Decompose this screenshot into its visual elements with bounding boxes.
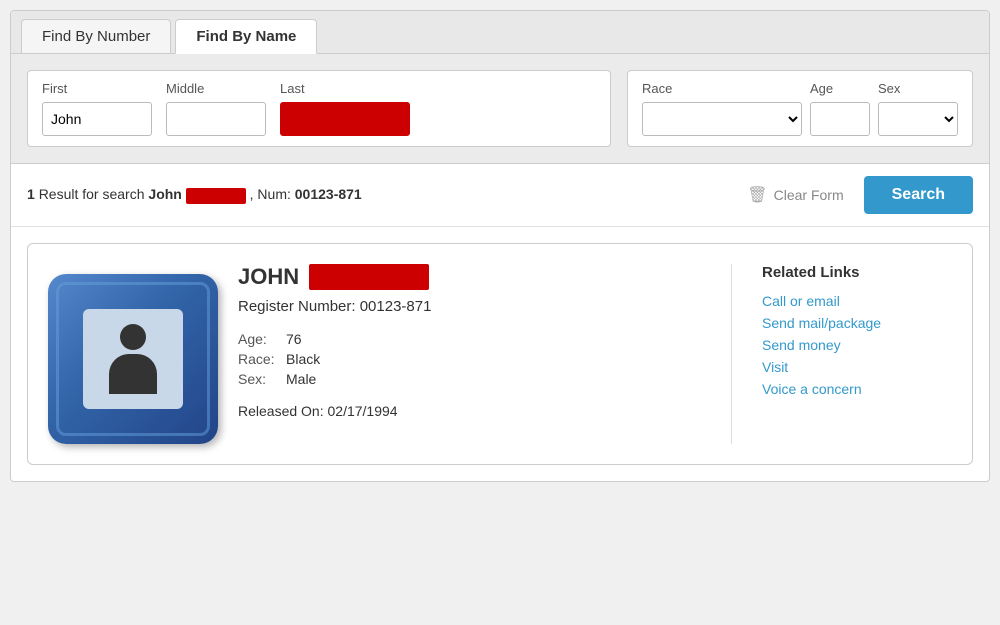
sex-label: Sex: [878, 81, 958, 96]
released-value: 02/17/1994: [328, 403, 398, 419]
sex-row: Sex: Male: [238, 371, 711, 387]
race-filter-group: Race Black White Hispanic Asian Other: [642, 81, 802, 136]
link-send-money[interactable]: Send money: [762, 337, 952, 353]
clear-form-label: Clear Form: [774, 187, 844, 203]
age-input[interactable]: [810, 102, 870, 136]
last-field-group: Last: [280, 81, 410, 136]
related-links-list: Call or email Send mail/package Send mon…: [762, 293, 952, 397]
sex-select[interactable]: Male Female: [878, 102, 958, 136]
inmate-name: JOHN: [238, 264, 711, 290]
results-area: JOHN Register Number: 00123-871 Age: 76 …: [11, 227, 989, 481]
age-label: Age: [810, 81, 870, 96]
results-summary: 1 Result for search John , Num: 00123-87…: [27, 186, 727, 203]
related-links-column: Related Links Call or email Send mail/pa…: [752, 264, 952, 444]
race-row: Race: Black: [238, 351, 711, 367]
released-label: Released On:: [238, 403, 324, 419]
first-field-group: First: [42, 81, 152, 136]
search-form: First Middle Last Race Bl: [11, 54, 989, 164]
race-val: Black: [286, 351, 320, 367]
trash-icon: 🗑: [747, 185, 767, 205]
middle-label: Middle: [166, 81, 266, 96]
inmate-first-name: JOHN: [238, 264, 299, 290]
num-label: , Num:: [250, 186, 291, 202]
tab-bar: Find By Number Find By Name: [11, 11, 989, 54]
middle-field-group: Middle: [166, 81, 266, 136]
person-body: [109, 354, 157, 394]
results-count: 1: [27, 186, 35, 202]
tab-find-by-number[interactable]: Find By Number: [21, 19, 171, 53]
name-fields-group: First Middle Last: [27, 70, 611, 147]
person-silhouette: [103, 324, 163, 394]
register-label: Register Number:: [238, 298, 356, 315]
search-last-name-redacted: [186, 188, 246, 204]
main-container: Find By Number Find By Name First Middle…: [10, 10, 990, 482]
link-visit[interactable]: Visit: [762, 359, 952, 375]
link-call-email[interactable]: Call or email: [762, 293, 952, 309]
last-label: Last: [280, 81, 410, 96]
result-label: Result for search: [39, 186, 149, 202]
race-label: Race: [642, 81, 802, 96]
sex-key: Sex:: [238, 371, 278, 387]
info-column: JOHN Register Number: 00123-871 Age: 76 …: [238, 264, 732, 444]
first-input[interactable]: [42, 102, 152, 136]
last-input[interactable]: [280, 102, 410, 136]
race-key: Race:: [238, 351, 278, 367]
filter-fields-group: Race Black White Hispanic Asian Other Ag…: [627, 70, 973, 147]
sex-val: Male: [286, 371, 316, 387]
sex-filter-group: Sex Male Female: [878, 81, 958, 136]
age-val: 76: [286, 331, 302, 347]
avatar: [48, 274, 218, 444]
avatar-inner: [83, 309, 183, 409]
middle-input[interactable]: [166, 102, 266, 136]
first-label: First: [42, 81, 152, 96]
link-voice-concern[interactable]: Voice a concern: [762, 381, 952, 397]
clear-form-button[interactable]: 🗑 Clear Form: [737, 179, 853, 211]
age-key: Age:: [238, 331, 278, 347]
age-filter-group: Age: [810, 81, 870, 136]
link-send-mail[interactable]: Send mail/package: [762, 315, 952, 331]
register-value: 00123-871: [360, 298, 432, 315]
avatar-column: [48, 264, 218, 444]
related-links-title: Related Links: [762, 264, 952, 281]
released-on: Released On: 02/17/1994: [238, 403, 711, 419]
avatar-cube: [48, 274, 218, 444]
inmate-last-name-redacted: [309, 264, 429, 290]
results-bar: 1 Result for search John , Num: 00123-87…: [11, 164, 989, 227]
tab-find-by-name[interactable]: Find By Name: [175, 19, 317, 54]
person-head: [120, 324, 146, 350]
search-button[interactable]: Search: [864, 176, 973, 214]
register-number: Register Number: 00123-871: [238, 298, 711, 315]
race-select[interactable]: Black White Hispanic Asian Other: [642, 102, 802, 136]
result-card: JOHN Register Number: 00123-871 Age: 76 …: [27, 243, 973, 465]
search-num-value: 00123-871: [295, 186, 362, 202]
age-row: Age: 76: [238, 331, 711, 347]
search-first-name: John: [148, 186, 181, 202]
detail-table: Age: 76 Race: Black Sex: Male: [238, 331, 711, 387]
